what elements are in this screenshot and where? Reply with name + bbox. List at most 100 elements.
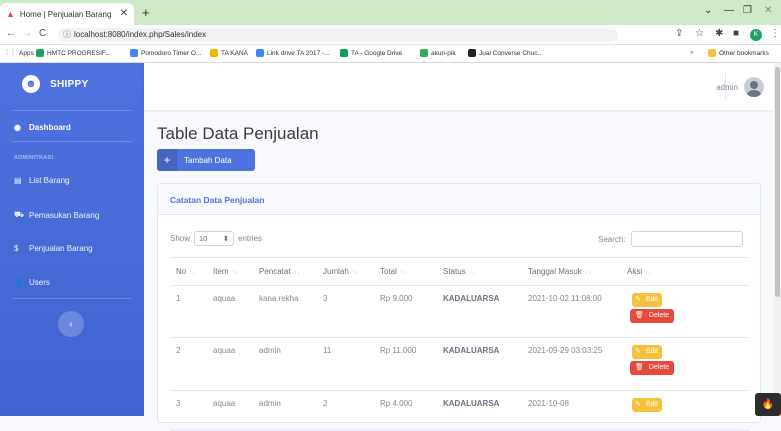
window-icon[interactable]: ■ bbox=[733, 28, 739, 39]
column-header-item[interactable]: Item ↑↓ bbox=[207, 257, 253, 286]
cell-jumlah: 11 bbox=[317, 337, 374, 391]
tab-title: Home | Penjualan Barang bbox=[19, 9, 112, 19]
edit-icon: ✎ bbox=[635, 401, 641, 408]
delete-label: Delete bbox=[648, 364, 670, 371]
cell-status: KADALUARSA bbox=[437, 390, 522, 431]
scrollbar-thumb[interactable] bbox=[775, 67, 780, 297]
forward-icon[interactable]: → bbox=[22, 28, 32, 39]
share-icon[interactable]: ⇪ bbox=[675, 28, 683, 39]
sidebar-item-label: Penjualan Barang bbox=[29, 244, 93, 253]
page-scrollbar[interactable] bbox=[774, 63, 781, 416]
extensions-icon[interactable]: ✱ bbox=[715, 28, 723, 39]
close-window-button[interactable]: ✕ bbox=[764, 5, 772, 16]
maximize-button[interactable]: ❐ bbox=[743, 5, 752, 16]
bookmark-item[interactable]: HMTC PROGRESIF... bbox=[36, 49, 111, 57]
trash-icon: 🗑 bbox=[635, 364, 644, 371]
edit-button[interactable]: ✎ Edit bbox=[632, 398, 662, 412]
cell-total: Rp 4.000 bbox=[374, 390, 437, 431]
column-header-status[interactable]: Status ↑↓ bbox=[437, 257, 522, 286]
column-header-total[interactable]: Total ↑↓ bbox=[374, 257, 437, 286]
trash-icon: 🗑 bbox=[635, 312, 644, 319]
other-bookmarks[interactable]: Other bookmarks bbox=[708, 49, 769, 57]
brand[interactable]: ☻ SHIPPY bbox=[22, 75, 88, 93]
user-icon: 👤 bbox=[14, 278, 24, 287]
cell-total: Rp 9.000 bbox=[374, 285, 437, 338]
close-tab-icon[interactable]: ✕ bbox=[120, 8, 128, 19]
column-header-tanggal-masuk[interactable]: Tanggal Masuk ↑↓ bbox=[522, 257, 621, 286]
back-icon[interactable]: ← bbox=[6, 28, 16, 39]
sidebar-item-penjualan-barang[interactable]: $ Penjualan Barang bbox=[14, 244, 93, 253]
chevron-updown-icon: ⬍ bbox=[222, 234, 230, 243]
header-label: Total bbox=[380, 267, 397, 276]
header-label: No bbox=[176, 267, 187, 276]
cell-aksi: ✎ Edit 🗑 Delete bbox=[621, 337, 749, 391]
bookmark-icon bbox=[130, 49, 138, 57]
add-data-label: Tambah Data bbox=[184, 155, 232, 165]
cell-tanggal: 2021-10-08 bbox=[522, 390, 621, 431]
sales-card: Catatan Data Penjualan Show 10 ⬍ entries … bbox=[157, 183, 761, 431]
star-icon[interactable]: ☆ bbox=[695, 28, 704, 39]
user-menu[interactable]: admin bbox=[716, 77, 764, 97]
plus-icon: + bbox=[157, 149, 177, 171]
sort-icon: ↑↓ bbox=[231, 269, 239, 276]
bookmark-icon bbox=[210, 49, 218, 57]
delete-button[interactable]: 🗑 Delete bbox=[630, 361, 674, 375]
bookmark-label: TA - Google Drive bbox=[351, 49, 403, 57]
cell-jumlah: 2 bbox=[317, 390, 374, 431]
bookmark-item[interactable]: Link drive TA 2017 -... bbox=[256, 49, 330, 57]
header-label: Tanggal Masuk bbox=[528, 267, 582, 276]
browser-tab[interactable]: ▲ Home | Penjualan Barang ✕ bbox=[0, 3, 134, 25]
bookmark-item[interactable]: TA KANA bbox=[210, 49, 248, 57]
bookmarks-bar: » Other bookmarks ⋮⋮ Apps HMTC PROGRESIF..… bbox=[0, 45, 781, 63]
profile-avatar[interactable]: K bbox=[750, 29, 762, 41]
add-data-button[interactable]: + Tambah Data bbox=[157, 149, 255, 171]
sidebar-item-pemasukan-barang[interactable]: ⛟ Pemasukan Barang bbox=[14, 210, 99, 220]
minimize-button[interactable]: — bbox=[724, 5, 734, 16]
column-header-jumlah[interactable]: Jumlah ↑↓ bbox=[317, 257, 374, 286]
entries-select[interactable]: 10 ⬍ bbox=[194, 231, 235, 246]
cell-item: aquaa bbox=[207, 390, 253, 431]
cell-jumlah: 3 bbox=[317, 285, 374, 338]
delete-label: Delete bbox=[648, 312, 670, 319]
bookmark-item[interactable]: ⋮⋮ Apps bbox=[4, 49, 34, 57]
edit-button[interactable]: ✎ Edit bbox=[632, 345, 662, 359]
bookmark-icon: ⋮⋮ bbox=[4, 50, 16, 56]
sidebar-item-users[interactable]: 👤 Users bbox=[14, 278, 50, 287]
edit-label: Edit bbox=[645, 348, 658, 355]
bookmark-label: Jual Converse Chuc... bbox=[479, 49, 543, 57]
bookmark-label: Link drive TA 2017 -... bbox=[267, 49, 330, 57]
sort-icon: ↑↓ bbox=[468, 269, 476, 276]
sidebar-item-list-barang[interactable]: ▤ List Barang bbox=[14, 176, 69, 185]
search-label: Search: bbox=[598, 234, 626, 244]
column-header-no[interactable]: No ↑↓ bbox=[170, 257, 207, 286]
sidebar-item-label: List Barang bbox=[29, 176, 70, 185]
sort-icon: ↑↓ bbox=[584, 269, 592, 276]
avatar bbox=[744, 77, 764, 97]
header-label: Item bbox=[213, 267, 229, 276]
bookmarks-overflow-icon[interactable]: » bbox=[690, 49, 694, 56]
delete-button[interactable]: 🗑 Delete bbox=[630, 309, 674, 323]
reload-icon[interactable]: C bbox=[39, 28, 46, 39]
menu-icon[interactable]: ⋮ bbox=[770, 28, 780, 39]
url-text: localhost:8080/index.php/Sales/index bbox=[74, 30, 207, 39]
show-label: Show bbox=[170, 234, 191, 243]
url-input[interactable]: ⓘ localhost:8080/index.php/Sales/index bbox=[58, 28, 618, 42]
bookmark-item[interactable]: Jual Converse Chuc... bbox=[468, 49, 543, 57]
cell-pencatat: kana rekha bbox=[253, 285, 317, 338]
info-icon: ⓘ bbox=[63, 30, 71, 39]
bookmark-item[interactable]: Pomodoro Timer O... bbox=[130, 49, 201, 57]
new-tab-button[interactable]: + bbox=[142, 5, 150, 20]
truck-icon: ⛟ bbox=[14, 210, 25, 219]
column-header-pencatat[interactable]: Pencatat ↑↓ bbox=[253, 257, 317, 286]
bookmark-icon bbox=[420, 49, 428, 57]
flame-icon[interactable]: 🔥 bbox=[755, 393, 781, 416]
bookmark-item[interactable]: TA - Google Drive bbox=[340, 49, 402, 57]
sort-icon: ↑↓ bbox=[189, 269, 196, 276]
search-input[interactable] bbox=[630, 231, 743, 247]
sidebar-toggle-button[interactable]: ‹ bbox=[58, 311, 84, 337]
sidebar-item-dashboard[interactable]: ◉ Dashboard bbox=[14, 123, 71, 132]
column-header-aksi[interactable]: Aksi ↑↓ bbox=[621, 257, 749, 286]
bookmark-item[interactable]: akun-pik bbox=[420, 49, 456, 57]
edit-button[interactable]: ✎ Edit bbox=[632, 293, 662, 307]
tab-search-icon[interactable]: ⌄ bbox=[704, 5, 712, 16]
